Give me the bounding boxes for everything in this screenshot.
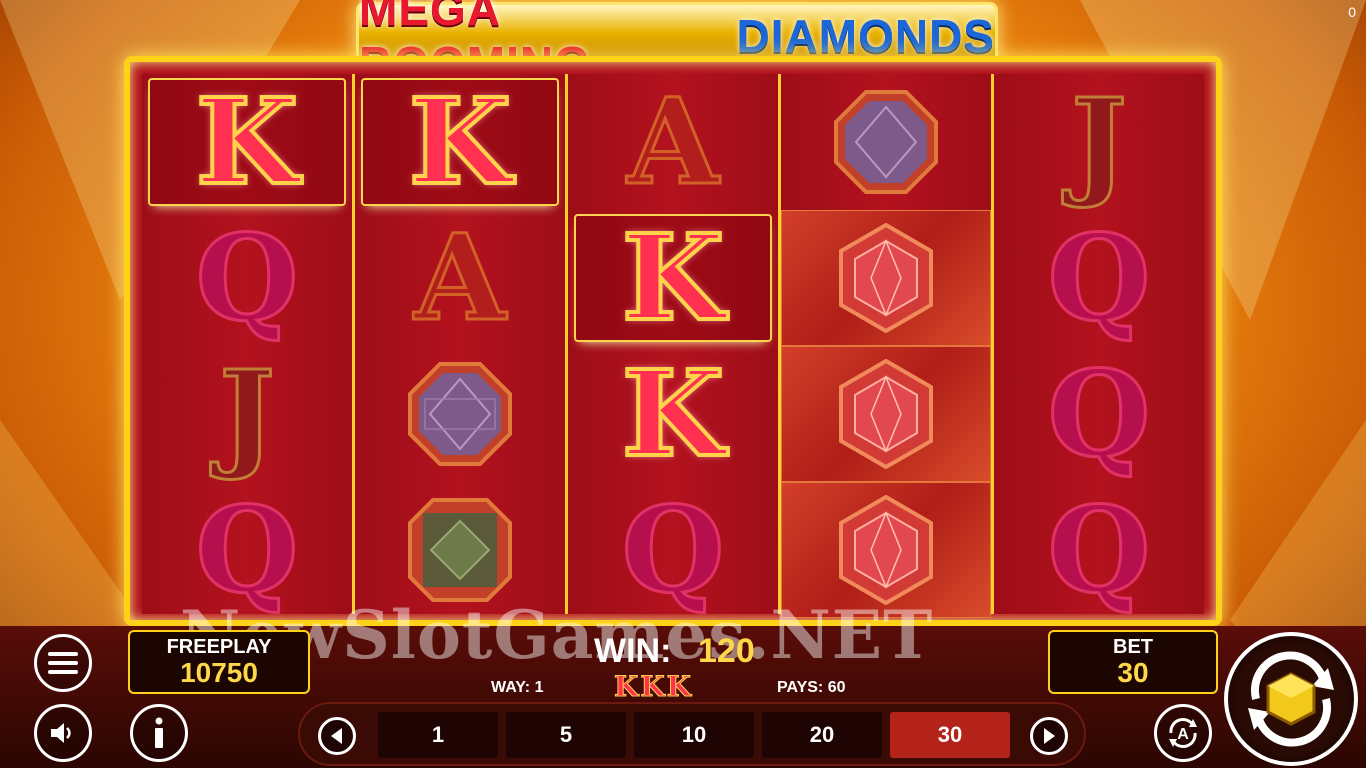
symbol-cell: J: [142, 346, 352, 482]
symbol-cell: K: [355, 74, 565, 210]
reel-1: K Q J Q: [142, 74, 355, 614]
right-arrow-icon: [1044, 728, 1055, 744]
reels-area[interactable]: K Q J Q K A A K K Q J Q Q Q: [142, 74, 1204, 618]
symbol-a: A: [413, 208, 508, 347]
symbol-cell: K: [142, 74, 352, 210]
symbol-q: Q: [620, 480, 726, 619]
purple-gem-icon: [834, 90, 938, 194]
freeplay-value: 10750: [180, 657, 258, 688]
symbol-cell: [781, 210, 991, 346]
red-gem-icon: [839, 223, 933, 333]
symbol-cell: [781, 74, 991, 210]
info-icon: [155, 717, 163, 748]
corner-counter: 0: [1348, 4, 1356, 20]
title-part-diamonds: DIAMONDS: [736, 10, 995, 62]
sound-button[interactable]: [34, 704, 92, 762]
symbol-j: J: [218, 344, 277, 483]
bet-display: BET 30: [1048, 630, 1218, 694]
symbol-cell: Q: [994, 210, 1204, 346]
green-gem-icon: [408, 498, 512, 602]
symbol-cell: J: [994, 74, 1204, 210]
purple-gem-icon: [408, 362, 512, 466]
reel-5: J Q Q Q: [994, 74, 1204, 614]
menu-icon: [48, 652, 78, 674]
freeplay-label: FREEPLAY: [166, 636, 272, 658]
bet-option-5[interactable]: 5: [506, 712, 626, 758]
symbol-cell: Q: [142, 210, 352, 346]
symbol-k: K: [620, 344, 727, 483]
left-arrow-icon: [331, 728, 342, 744]
bet-decrease-button[interactable]: [318, 717, 356, 755]
bet-option-1[interactable]: 1: [378, 712, 498, 758]
symbol-cell: Q: [994, 346, 1204, 482]
svg-text:A: A: [1177, 726, 1189, 743]
symbol-q: Q: [1046, 344, 1152, 483]
symbol-cell: Q: [994, 482, 1204, 618]
symbol-cell: A: [355, 210, 565, 346]
symbol-cell: K: [568, 210, 778, 346]
bet-option-30[interactable]: 30: [890, 712, 1010, 758]
symbol-k: K: [194, 72, 301, 211]
win-label: WIN:: [594, 632, 672, 670]
symbol-q: Q: [1046, 208, 1152, 347]
symbol-q: Q: [194, 208, 300, 347]
autoplay-button[interactable]: A: [1154, 704, 1212, 762]
reel-4: [781, 74, 994, 618]
bet-option-10[interactable]: 10: [634, 712, 754, 758]
symbol-cell: A: [568, 74, 778, 210]
winning-symbols: KKK: [613, 670, 694, 704]
symbol-q: Q: [1046, 480, 1152, 619]
spin-icon: [1248, 651, 1334, 747]
bet-selector: 1 5 10 20 30: [298, 702, 1086, 766]
symbol-j: J: [1070, 72, 1129, 211]
info-button[interactable]: [130, 704, 188, 762]
symbol-cell: [355, 346, 565, 482]
way-info: WAY: 1: [491, 679, 544, 696]
spin-button[interactable]: [1224, 632, 1358, 766]
symbol-a: A: [626, 72, 721, 211]
reel-frame: K Q J Q K A A K K Q J Q Q Q: [124, 56, 1222, 626]
symbol-q: Q: [194, 480, 300, 619]
speaker-icon: [51, 723, 71, 743]
bet-value: 30: [1117, 657, 1149, 688]
symbol-k: K: [620, 208, 727, 347]
reel-2: K A: [355, 74, 568, 614]
symbol-k: K: [407, 72, 514, 211]
autoplay-icon: A: [1169, 718, 1197, 748]
pays-info: PAYS: 60: [777, 679, 846, 696]
red-gem-icon: [839, 495, 933, 605]
reel-3: A K K Q: [568, 74, 781, 614]
win-amount: 120: [698, 632, 755, 670]
bet-option-20[interactable]: 20: [762, 712, 882, 758]
bet-label: BET: [1113, 636, 1153, 658]
menu-button[interactable]: [34, 634, 92, 692]
red-gem-icon: [839, 359, 933, 469]
freeplay-balance: FREEPLAY 10750: [128, 630, 310, 694]
symbol-cell: [781, 346, 991, 482]
bet-increase-button[interactable]: [1030, 717, 1068, 755]
symbol-cell: K: [568, 346, 778, 482]
